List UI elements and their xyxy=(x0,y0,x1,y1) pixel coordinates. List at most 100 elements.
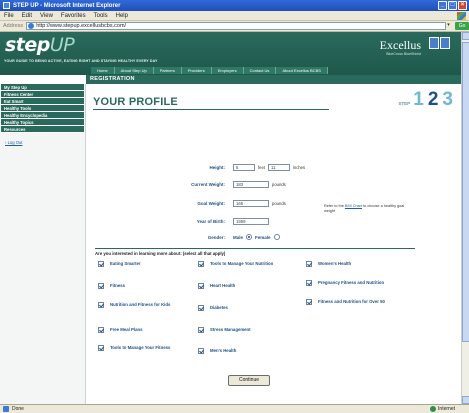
birth-year-row: Year of Birth: 1959 xyxy=(87,218,269,225)
menu-help[interactable]: Help xyxy=(116,13,128,19)
interest-eating-smarter[interactable]: Eating Smarter xyxy=(98,261,198,267)
bmi-note: Refer to the BMI Chart to choose a healt… xyxy=(324,204,405,213)
interest-kids[interactable]: Nutrition and Fitness for Kids xyxy=(98,302,198,308)
address-input[interactable]: http://www.stepup.excellusbcbs.com/ xyxy=(26,22,447,30)
current-weight-row: Current Weight: 183 pounds xyxy=(87,181,289,188)
go-button[interactable]: Go xyxy=(455,22,469,30)
checkbox[interactable] xyxy=(98,302,104,308)
checkbox[interactable] xyxy=(98,283,104,289)
vertical-scrollbar[interactable] xyxy=(461,32,469,404)
nav-providers[interactable]: Providers xyxy=(181,67,212,74)
title-divider xyxy=(93,109,329,110)
scroll-down-icon[interactable] xyxy=(462,396,469,404)
maximize-button[interactable]: □ xyxy=(448,1,457,10)
zone-text: Internet xyxy=(438,406,455,412)
interest-over-50[interactable]: Fitness and Nutrition for Over 50 xyxy=(306,299,406,305)
male-radio[interactable] xyxy=(246,234,253,240)
main-panel: YOUR PROFILE STEP 1 2 3 Height: 5 feet 1… xyxy=(87,84,461,404)
sidebar-item-eat-smart[interactable]: Eat Smart xyxy=(1,98,84,105)
bmi-chart-link[interactable]: BMI Chart xyxy=(345,204,362,208)
nav-partners[interactable]: Partners xyxy=(153,67,182,74)
height-feet-input[interactable]: 5 xyxy=(233,164,255,171)
interests-section: Are you interested in learning more abou… xyxy=(95,248,415,390)
nav-home[interactable]: Home xyxy=(91,67,115,74)
stepup-logo[interactable]: stepUP xyxy=(5,34,75,56)
nav-contact-us[interactable]: Contact Us xyxy=(243,67,277,74)
checkbox[interactable] xyxy=(198,327,204,333)
sidebar-item-fitness-center[interactable]: Fitness Center xyxy=(1,91,84,98)
section-header: REGISTRATION xyxy=(86,75,461,84)
step-label: STEP xyxy=(398,101,411,106)
page-title: YOUR PROFILE xyxy=(93,96,178,108)
checkbox[interactable] xyxy=(198,283,204,289)
goal-weight-row: Goal Weight: 165 pounds xyxy=(87,200,289,207)
interest-meal-plans[interactable]: Free Meal Plans xyxy=(98,327,198,333)
interest-mens-health[interactable]: Men's Health xyxy=(198,348,298,354)
close-button[interactable]: × xyxy=(458,1,467,10)
checkbox[interactable] xyxy=(198,261,204,267)
security-zone: Internet xyxy=(430,406,455,412)
site-tagline: YOUR GUIDE TO BEING ACTIVE, EATING RIGHT… xyxy=(4,59,158,63)
window-title-bar: STEP UP - Microsoft Internet Explorer _ … xyxy=(0,0,469,11)
step-3: 3 xyxy=(442,89,453,110)
current-weight-input[interactable]: 183 xyxy=(233,181,269,188)
interest-womens-health[interactable]: Women's Health xyxy=(306,261,406,267)
interest-tools-nutrition[interactable]: Tools to Manage Your Nutrition xyxy=(198,261,298,267)
sidebar-item-healthy-tools[interactable]: Healthy Tools xyxy=(1,105,84,112)
checkbox[interactable] xyxy=(98,345,104,351)
height-row: Height: 5 feet 11 inches xyxy=(87,164,308,171)
interest-fitness[interactable]: Fitness xyxy=(98,283,198,289)
scroll-thumb[interactable] xyxy=(462,42,469,342)
bcbs-shield-icon xyxy=(429,37,451,49)
interest-heart-health[interactable]: Heart Health xyxy=(198,283,298,289)
menu-edit[interactable]: Edit xyxy=(22,13,32,19)
checkbox[interactable] xyxy=(306,280,312,286)
menu-view[interactable]: View xyxy=(40,13,53,19)
status-text: Done xyxy=(12,406,24,412)
step-1: 1 xyxy=(413,89,424,110)
sidebar-item-resources[interactable]: Resources xyxy=(1,126,84,133)
height-inches-input[interactable]: 11 xyxy=(268,164,290,171)
logout-link[interactable]: › Log Out xyxy=(0,140,85,145)
windows-logo-icon xyxy=(457,12,466,20)
male-label: Male xyxy=(233,234,244,240)
nav-employers[interactable]: Employers xyxy=(211,67,244,74)
feet-unit: feet xyxy=(258,165,265,170)
sidebar-item-healthy-topics[interactable]: Healthy Topics xyxy=(1,119,84,126)
gender-row: Gender: Male Female xyxy=(87,234,283,240)
female-radio[interactable] xyxy=(273,234,280,240)
scroll-up-icon[interactable] xyxy=(462,32,469,40)
interests-question: Are you interested in learning more abou… xyxy=(95,251,226,256)
checkbox[interactable] xyxy=(98,327,104,333)
checkbox[interactable] xyxy=(306,299,312,305)
address-dropdown-icon[interactable]: ▾ xyxy=(447,22,453,30)
continue-button[interactable]: Continue xyxy=(228,375,270,386)
address-bar: Address http://www.stepup.excellusbcbs.c… xyxy=(0,21,469,32)
nav-about-excellus[interactable]: About Excellus BCBS xyxy=(276,67,328,74)
step-2-current: 2 xyxy=(427,89,439,110)
goal-weight-input[interactable]: 165 xyxy=(233,200,269,207)
interest-stress[interactable]: Stress Management xyxy=(198,327,298,333)
menu-tools[interactable]: Tools xyxy=(94,13,108,19)
menu-bar: File Edit View Favorites Tools Help xyxy=(0,11,469,21)
menu-favorites[interactable]: Favorites xyxy=(61,13,86,19)
checkbox[interactable] xyxy=(306,261,312,267)
checkbox[interactable] xyxy=(198,305,204,311)
minimize-button[interactable]: _ xyxy=(438,1,447,10)
interest-pregnancy[interactable]: Pregnancy Fitness and Nutrition xyxy=(306,280,406,286)
checkbox[interactable] xyxy=(98,261,104,267)
interest-diabetes[interactable]: Diabetes xyxy=(198,305,298,311)
sidebar-item-my-step-up[interactable]: My Step Up xyxy=(1,84,84,91)
nav-about-step-up[interactable]: About Step Up xyxy=(114,67,154,74)
interest-tools-fitness[interactable]: Tools to Manage Your Fitness xyxy=(98,345,198,351)
page-icon xyxy=(28,23,35,29)
pounds-unit: pounds xyxy=(272,182,286,187)
sidebar-item-healthy-encyclopedia[interactable]: Healthy Encyclopedia xyxy=(1,112,84,119)
sidebar: My Step Up Fitness Center Eat Smart Heal… xyxy=(0,84,86,404)
ie-app-icon xyxy=(3,2,10,9)
menu-file[interactable]: File xyxy=(4,13,14,19)
birth-year-input[interactable]: 1959 xyxy=(233,218,269,225)
checkbox[interactable] xyxy=(198,348,204,354)
address-url: http://www.stepup.excellusbcbs.com/ xyxy=(36,23,127,29)
birth-year-label: Year of Birth: xyxy=(196,219,225,224)
